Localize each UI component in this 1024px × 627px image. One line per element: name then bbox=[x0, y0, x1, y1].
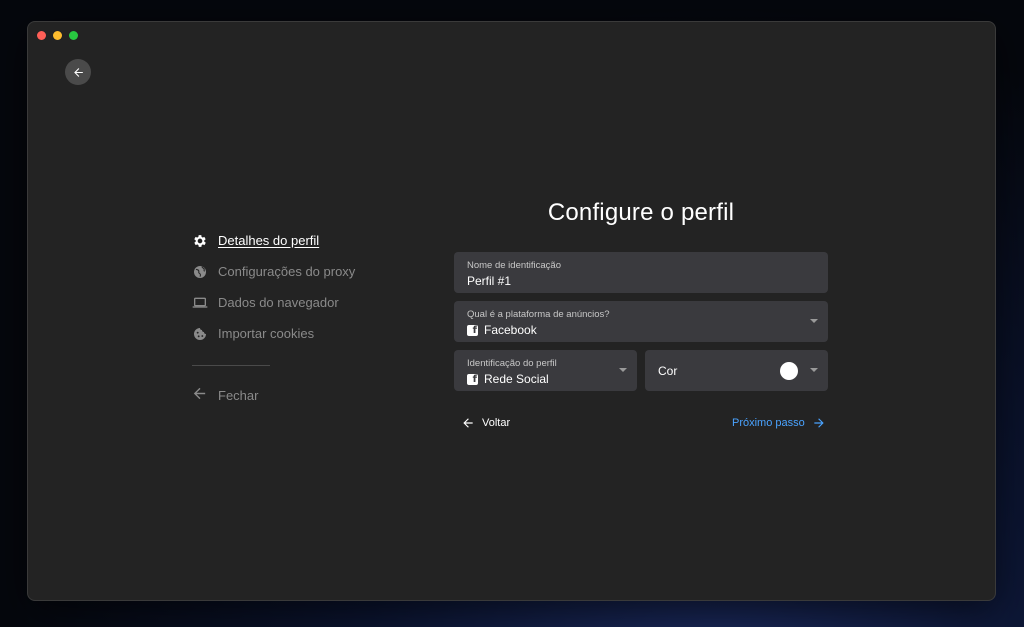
color-swatch bbox=[780, 362, 798, 380]
arrow-left-icon bbox=[73, 67, 83, 77]
arrow-left-icon bbox=[463, 418, 473, 428]
maximize-window-button[interactable] bbox=[69, 31, 78, 40]
profile-identification-value: Rede Social bbox=[484, 372, 549, 386]
minimize-window-button[interactable] bbox=[53, 31, 62, 40]
step-label: Detalhes do perfil bbox=[218, 233, 320, 248]
chevron-down-icon bbox=[810, 319, 818, 323]
step-label: Importar cookies bbox=[218, 326, 315, 341]
window-controls bbox=[37, 31, 78, 40]
ad-platform-value: Facebook bbox=[484, 323, 537, 337]
step-profile-details[interactable]: Detalhes do perfil bbox=[191, 225, 391, 256]
profile-identification-select[interactable]: Identificação do perfil Rede Social bbox=[454, 350, 637, 391]
step-import-cookies[interactable]: Importar cookies bbox=[191, 318, 391, 349]
back-button[interactable] bbox=[65, 59, 91, 85]
arrow-right-icon bbox=[814, 418, 824, 428]
ad-platform-label: Qual é a plataforma de anúncios? bbox=[467, 309, 610, 320]
app-window: Detalhes do perfil Configurações do prox… bbox=[27, 21, 996, 601]
ad-platform-select[interactable]: Qual é a plataforma de anúncios? Faceboo… bbox=[454, 301, 828, 342]
color-label: Cor bbox=[658, 363, 678, 378]
facebook-icon bbox=[467, 324, 478, 338]
laptop-icon bbox=[191, 294, 208, 311]
step-label: Dados do navegador bbox=[218, 295, 339, 310]
color-select[interactable]: Cor bbox=[645, 350, 828, 391]
facebook-icon bbox=[467, 373, 478, 387]
chevron-down-icon bbox=[810, 368, 818, 372]
cookie-icon bbox=[191, 325, 208, 342]
next-step-label: Próximo passo bbox=[732, 417, 805, 429]
close-label: Fechar bbox=[218, 387, 259, 403]
steps-divider bbox=[192, 365, 270, 366]
gear-icon bbox=[191, 232, 208, 249]
steps-nav: Detalhes do perfil Configurações do prox… bbox=[191, 225, 391, 409]
close-button[interactable]: Fechar bbox=[191, 381, 391, 409]
profile-identification-label: Identificação do perfil bbox=[467, 358, 557, 369]
arrow-left-icon bbox=[191, 385, 208, 405]
step-browser-data[interactable]: Dados do navegador bbox=[191, 287, 391, 318]
globe-icon bbox=[191, 263, 208, 280]
back-step-button[interactable]: Voltar bbox=[461, 416, 510, 430]
close-window-button[interactable] bbox=[37, 31, 46, 40]
next-step-button[interactable]: Próximo passo bbox=[732, 416, 826, 430]
chevron-down-icon bbox=[619, 368, 627, 372]
step-label: Configurações do proxy bbox=[218, 264, 356, 279]
profile-name-value: Perfil #1 bbox=[467, 274, 512, 288]
page-title: Configure o perfil bbox=[547, 199, 735, 226]
profile-name-field[interactable]: Nome de identificação Perfil #1 bbox=[454, 252, 828, 293]
step-proxy-settings[interactable]: Configurações do proxy bbox=[191, 256, 391, 287]
profile-name-label: Nome de identificação bbox=[467, 260, 561, 271]
back-step-label: Voltar bbox=[482, 417, 511, 429]
